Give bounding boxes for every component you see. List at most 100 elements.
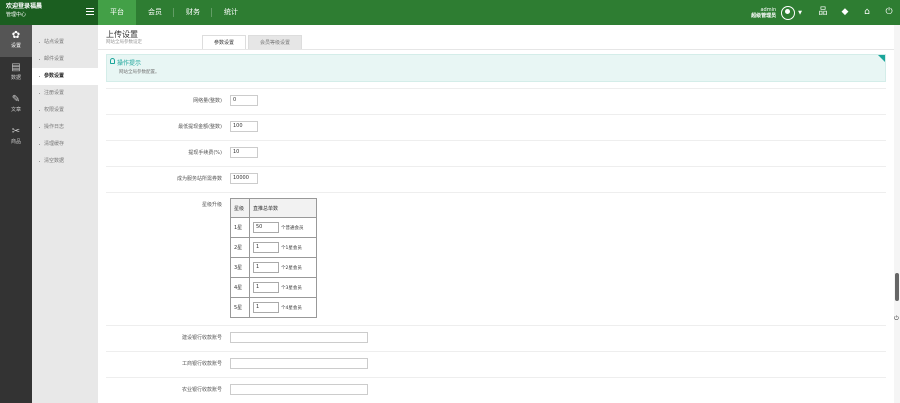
field-label: 建设银行收款账号 xyxy=(181,335,222,341)
form-row: 最低提现金额(整数) 100 xyxy=(106,114,886,132)
table-header-row: 星级 直推总单数 xyxy=(230,198,317,218)
form-row: 农业银行收款账号 xyxy=(106,377,886,395)
clear-cache-icon[interactable]: ◆ xyxy=(837,0,853,25)
settings-tabs: 参数设置 会员等级设置 xyxy=(202,35,304,50)
level-suffix: 个1星会员 xyxy=(281,245,302,251)
gear-icon: ✿ xyxy=(11,30,21,41)
sitemap-icon[interactable]: 品 xyxy=(815,0,831,25)
submenu-item-site[interactable]: 站点设置 xyxy=(32,34,98,51)
withdraw-fee-input[interactable]: 10 xyxy=(230,147,258,158)
field-label: 工商银行收款账号 xyxy=(181,361,222,367)
main-nav: 平台 会员 财务 统计 xyxy=(98,0,250,25)
brand-subtitle: 管理中心 xyxy=(6,12,27,18)
form-row: 工商银行收款账号 xyxy=(106,351,886,369)
field-label: 农业银行收款账号 xyxy=(181,387,222,393)
submenu-item-permission[interactable]: 权限设置 xyxy=(32,102,98,119)
sidebar-item-label: 商品 xyxy=(10,139,21,145)
level-cell: 5星 xyxy=(230,297,250,318)
table-header: 星级 xyxy=(230,198,250,218)
min-withdraw-input[interactable]: 100 xyxy=(230,121,258,132)
table-row: 3星 1 个2星会员 xyxy=(230,257,317,278)
sidebar-item-label: 文章 xyxy=(10,107,21,113)
level-suffix: 个4星会员 xyxy=(281,305,302,311)
nav-tab-finance[interactable]: 财务 xyxy=(174,0,212,25)
user-role: 超级管理员 xyxy=(751,12,777,19)
pen-icon: ✎ xyxy=(11,94,21,105)
sidebar-item-article[interactable]: ✎ 文章 xyxy=(0,89,32,121)
tips-panel: 操作提示 网站全局参数配置。 xyxy=(106,54,886,82)
submenu-item-register[interactable]: 注册设置 xyxy=(32,85,98,102)
level-cell: 3星 xyxy=(230,257,250,278)
icbc-account-input[interactable] xyxy=(230,358,368,369)
submenu-item-log[interactable]: 操作日志 xyxy=(32,119,98,136)
level-cell: 1星 xyxy=(230,217,250,238)
menu-toggle-icon[interactable] xyxy=(86,8,94,15)
level-suffix: 个2星会员 xyxy=(281,265,302,271)
field-label: 提现手续费(%) xyxy=(188,150,222,156)
field-label: 星级升级 xyxy=(201,202,222,208)
collapse-corner-icon[interactable] xyxy=(878,55,885,62)
tab-params[interactable]: 参数设置 xyxy=(202,35,247,50)
form-row: 网络量(整数) 0 xyxy=(106,88,886,106)
sidebar-item-label: 设置 xyxy=(10,43,21,49)
level-1-input[interactable]: 50 xyxy=(253,222,279,233)
sidebar-item-settings[interactable]: ✿ 设置 xyxy=(0,25,32,57)
tips-title: 操作提示 xyxy=(117,60,142,67)
abc-account-input[interactable] xyxy=(230,384,368,395)
tips-desc: 网站全局参数配置。 xyxy=(119,70,160,75)
power-icon[interactable]: ⏻ xyxy=(881,0,897,25)
main-content: 上传设置 网站全局参数设定 参数设置 会员等级设置 操作提示 网站全局参数配置。… xyxy=(98,25,894,403)
brand: 欢迎登录福晨 管理中心 xyxy=(0,0,98,25)
form-row: 成为服务站所需券数 10000 xyxy=(106,166,886,184)
level-4-input[interactable]: 1 xyxy=(253,282,279,293)
table-row: 1星 50 个普通会员 xyxy=(230,217,317,238)
ccb-account-input[interactable] xyxy=(230,332,368,343)
network-amount-input[interactable]: 0 xyxy=(230,95,258,106)
table-header: 直推总单数 xyxy=(249,198,317,218)
form-row-level: 星级升级 xyxy=(106,192,886,325)
avatar[interactable] xyxy=(781,5,796,20)
submenu-item-cache[interactable]: 清理缓存 xyxy=(32,136,98,153)
table-row: 2星 1 个1星会员 xyxy=(230,237,317,258)
page-header: 上传设置 网站全局参数设定 参数设置 会员等级设置 xyxy=(98,25,894,50)
scrollbar-thumb[interactable] xyxy=(895,273,899,301)
sidebar-item-label: 数据 xyxy=(10,75,21,81)
field-label: 最低提现金额(整数) xyxy=(178,124,222,130)
level-5-input[interactable]: 1 xyxy=(253,302,279,313)
submenu-item-clear[interactable]: 清空数据 xyxy=(32,153,98,170)
scrollbar[interactable]: ⏻ xyxy=(894,25,900,403)
nav-tab-stats[interactable]: 统计 xyxy=(212,0,250,25)
level-cell: 4星 xyxy=(230,277,250,298)
page-subtitle: 网站全局参数设定 xyxy=(106,40,142,45)
top-bar: 欢迎登录福晨 管理中心 平台 会员 财务 统计 admin 超级管理员 ▼ 品 … xyxy=(0,0,900,25)
field-label: 成为服务站所需券数 xyxy=(176,176,222,182)
sidebar-item-data[interactable]: ▤ 数据 xyxy=(0,57,32,89)
top-right-tools: admin 超级管理员 ▼ 品 ◆ ⌂ ⏻ xyxy=(751,0,900,25)
form-row: 建设银行收款账号 xyxy=(106,325,886,343)
brand-title: 欢迎登录福晨 xyxy=(6,3,43,10)
submenu-item-params[interactable]: 参数设置 xyxy=(32,68,98,85)
submenu-item-mail[interactable]: 邮件设置 xyxy=(32,51,98,68)
sidebar-item-goods[interactable]: ✂ 商品 xyxy=(0,121,32,153)
table-row: 4星 1 个3星会员 xyxy=(230,277,317,298)
field-label: 网络量(整数) xyxy=(193,98,222,104)
station-coupon-input[interactable]: 10000 xyxy=(230,173,258,184)
tools-icon: ✂ xyxy=(11,126,21,137)
data-icon: ▤ xyxy=(11,62,21,73)
power-icon[interactable]: ⏻ xyxy=(894,315,900,325)
form-row: 提现手续费(%) 10 xyxy=(106,140,886,158)
nav-tab-platform[interactable]: 平台 xyxy=(98,0,136,25)
level-suffix: 个3星会员 xyxy=(281,285,302,291)
home-icon[interactable]: ⌂ xyxy=(859,0,875,25)
lightbulb-icon xyxy=(110,58,115,64)
user-info: admin 超级管理员 xyxy=(751,7,776,19)
nav-tab-member[interactable]: 会员 xyxy=(136,0,174,25)
submenu: 站点设置 邮件设置 参数设置 注册设置 权限设置 操作日志 清理缓存 清空数据 xyxy=(32,25,98,403)
level-2-input[interactable]: 1 xyxy=(253,242,279,253)
level-table: 星级 直推总单数 1星 50 个普通会员 2星 1 个1星会员 3星 1 个2星会员 … xyxy=(230,198,317,318)
chevron-down-icon[interactable]: ▼ xyxy=(798,10,802,16)
tab-member-levels[interactable]: 会员等级设置 xyxy=(248,35,303,50)
sidebar: ✿ 设置 ▤ 数据 ✎ 文章 ✂ 商品 xyxy=(0,25,32,403)
level-3-input[interactable]: 1 xyxy=(253,262,279,273)
table-row: 5星 1 个4星会员 xyxy=(230,297,317,318)
